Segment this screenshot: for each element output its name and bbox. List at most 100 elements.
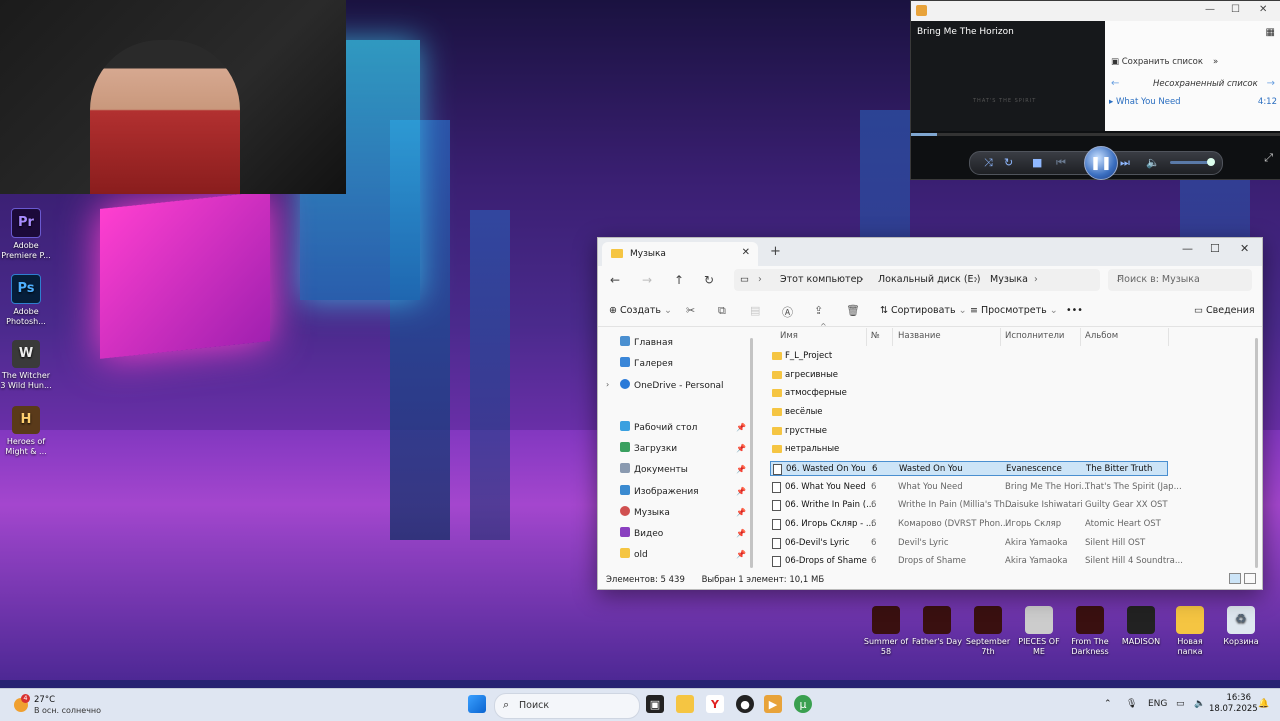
monitor-icon[interactable]: ▭ [1176,699,1185,709]
column-separator[interactable] [1000,328,1001,346]
seek-bar[interactable] [911,133,1280,136]
address-bar[interactable]: ▭ › Этот компьютер › Локальный диск (E:)… [734,269,1100,291]
sidebar-item-home[interactable]: Главная [620,336,673,352]
grid-icon[interactable]: ▦ [1266,27,1275,38]
chevron-up-icon[interactable]: ⌃ [1104,699,1112,709]
sidebar-item-pictures[interactable]: Изображения [620,485,699,501]
folder-row[interactable]: нетральные [770,442,1168,457]
shuffle-icon[interactable]: ⤨ [984,156,993,170]
column-separator[interactable] [892,328,893,346]
folder-row[interactable]: атмосферные [770,386,1168,401]
player-titlebar[interactable]: — ☐ ✕ [911,1,1280,21]
breadcrumb-music[interactable]: Музыка [990,274,1028,285]
microphone-icon[interactable]: 🎙 [1126,699,1137,709]
file-row[interactable]: 06. What You Need 6 What You Need Bring … [770,480,1182,495]
file-row[interactable]: 06-Devil's Lyric 6 Devil's Lyric Akira Y… [770,536,1168,551]
switch-view-icon[interactable]: ⤢ [1264,151,1273,165]
task-view-icon[interactable]: ▣ [646,695,664,713]
desktop-icon-recycle-bin[interactable]: ♻ Корзина [1215,606,1267,647]
close-icon[interactable]: ✕ [1240,242,1249,255]
desktop-icon-september-7th[interactable]: September 7th [962,606,1014,657]
column-number[interactable]: № [871,331,880,341]
pause-button[interactable]: ❚❚ [1084,146,1118,180]
tiles-view-icon[interactable] [1244,573,1256,584]
search-input[interactable]: Поиск в: Музыка ⌕ [1108,269,1252,291]
file-row[interactable]: 06. Игорь Скляр - ... 6 Комарово (DVRST … [770,517,1168,532]
language-indicator[interactable]: ENG [1148,699,1167,709]
playlist-track[interactable]: ▸ What You Need [1109,97,1181,107]
desktop-icon-fathers-day[interactable]: Father's Day [911,606,963,647]
pin-icon[interactable]: 📌 [736,529,746,538]
share-icon[interactable]: ⇪ [814,304,823,317]
sidebar-item-old[interactable]: old [620,548,648,564]
column-title[interactable]: Название [898,331,941,341]
stop-icon[interactable]: ■ [1032,156,1042,169]
desktop-icon-new-folder[interactable]: Новая папка [1164,606,1216,657]
column-separator[interactable] [866,328,867,346]
sidebar-item-videos[interactable]: Видео [620,527,663,543]
tab-music[interactable]: Музыка ✕ [602,242,758,266]
refresh-icon[interactable]: ↻ [704,273,714,287]
folder-row[interactable]: F_L_Project [770,349,1168,364]
pin-icon[interactable]: 📌 [736,423,746,432]
pin-icon[interactable]: 📌 [736,550,746,559]
file-row[interactable]: 06. Writhe In Pain (... 6 Writhe In Pain… [770,498,1168,513]
repeat-icon[interactable]: ↻ [1004,156,1013,169]
expand-chevron-icon[interactable]: › [606,380,609,389]
yandex-browser-icon[interactable]: Y [706,695,724,713]
minimize-icon[interactable]: — [1205,4,1215,15]
pin-icon[interactable]: 📌 [736,444,746,453]
pin-icon[interactable]: 📌 [736,508,746,517]
sidebar-item-downloads[interactable]: Загрузки [620,442,677,458]
folder-row[interactable]: весёлые [770,405,1168,420]
volume-icon[interactable]: 🔈 [1146,156,1160,169]
breadcrumb-local-disk[interactable]: Локальный диск (E:) [878,274,980,285]
back-icon[interactable]: ← [610,273,620,287]
desktop-icon-pieces-of-me[interactable]: PIECES OF ME [1013,606,1065,657]
view-button[interactable]: ≡ Просмотреть ⌄ [970,305,1058,316]
sidebar-item-music[interactable]: Музыка [620,506,670,522]
media-player-icon[interactable]: ▶ [764,695,782,713]
rename-icon[interactable]: Ⓐ [782,304,793,320]
maximize-icon[interactable]: ☐ [1210,242,1220,255]
delete-icon[interactable]: 🗑 [846,304,860,317]
pin-icon[interactable]: 📌 [736,465,746,474]
desktop-icon-photoshop[interactable]: Ps Adobe Photosh... [0,274,52,327]
details-view-icon[interactable] [1229,573,1241,584]
create-button[interactable]: ⊕ Создать ⌄ [609,305,672,316]
file-row[interactable]: 06-Drops of Shame 6 Drops of Shame Akira… [770,554,1183,569]
new-tab-icon[interactable]: + [770,244,781,259]
column-separator[interactable] [1080,328,1081,346]
desktop-icon-witcher[interactable]: W The Witcher 3 Wild Hun... [0,340,52,391]
next-icon[interactable]: ⏭ [1120,156,1130,170]
clock[interactable]: 16:36 18.07.2025 [1209,693,1258,715]
previous-icon[interactable]: ⏮ [1056,156,1066,170]
more-options-button[interactable]: ••• [1066,305,1083,316]
sidebar-item-gallery[interactable]: Галерея [620,357,673,373]
details-button[interactable]: ▭ Сведения [1194,305,1255,316]
sidebar-item-onedrive[interactable]: OneDrive - Personal [620,379,724,395]
sidebar-item-desktop[interactable]: Рабочий стол [620,421,697,437]
notifications-icon[interactable]: 🔔 [1258,699,1269,709]
file-explorer-icon[interactable] [676,695,694,713]
desktop-icon-heroes[interactable]: H Heroes of Might & ... [0,406,52,457]
folder-row[interactable]: грустные [770,424,1168,439]
desktop-icon-from-the-darkness[interactable]: From The Darkness [1064,606,1116,657]
volume-slider[interactable] [1170,158,1215,166]
arrow-left-icon[interactable]: ← [1111,78,1119,89]
volume-knob[interactable] [1207,158,1215,166]
folder-row[interactable]: агресивные [770,368,1168,383]
taskbar-search[interactable]: ⌕ Поиск [494,693,640,719]
save-list-button[interactable]: ▣ Сохранить список » [1111,57,1218,67]
start-button[interactable] [468,695,486,713]
file-list-scrollbar[interactable] [1255,338,1258,568]
forward-icon[interactable]: → [642,273,652,287]
minimize-icon[interactable]: — [1182,242,1193,255]
obs-icon[interactable]: ● [736,695,754,713]
desktop-icon-madison[interactable]: MADISON [1115,606,1167,647]
desktop-icon-summer-of-58[interactable]: Summer of 58 [860,606,912,657]
copy-icon[interactable]: ⧉ [718,304,726,318]
sidebar-item-documents[interactable]: Документы [620,463,688,479]
column-separator[interactable] [1168,328,1169,346]
up-icon[interactable]: ↑ [674,273,684,287]
